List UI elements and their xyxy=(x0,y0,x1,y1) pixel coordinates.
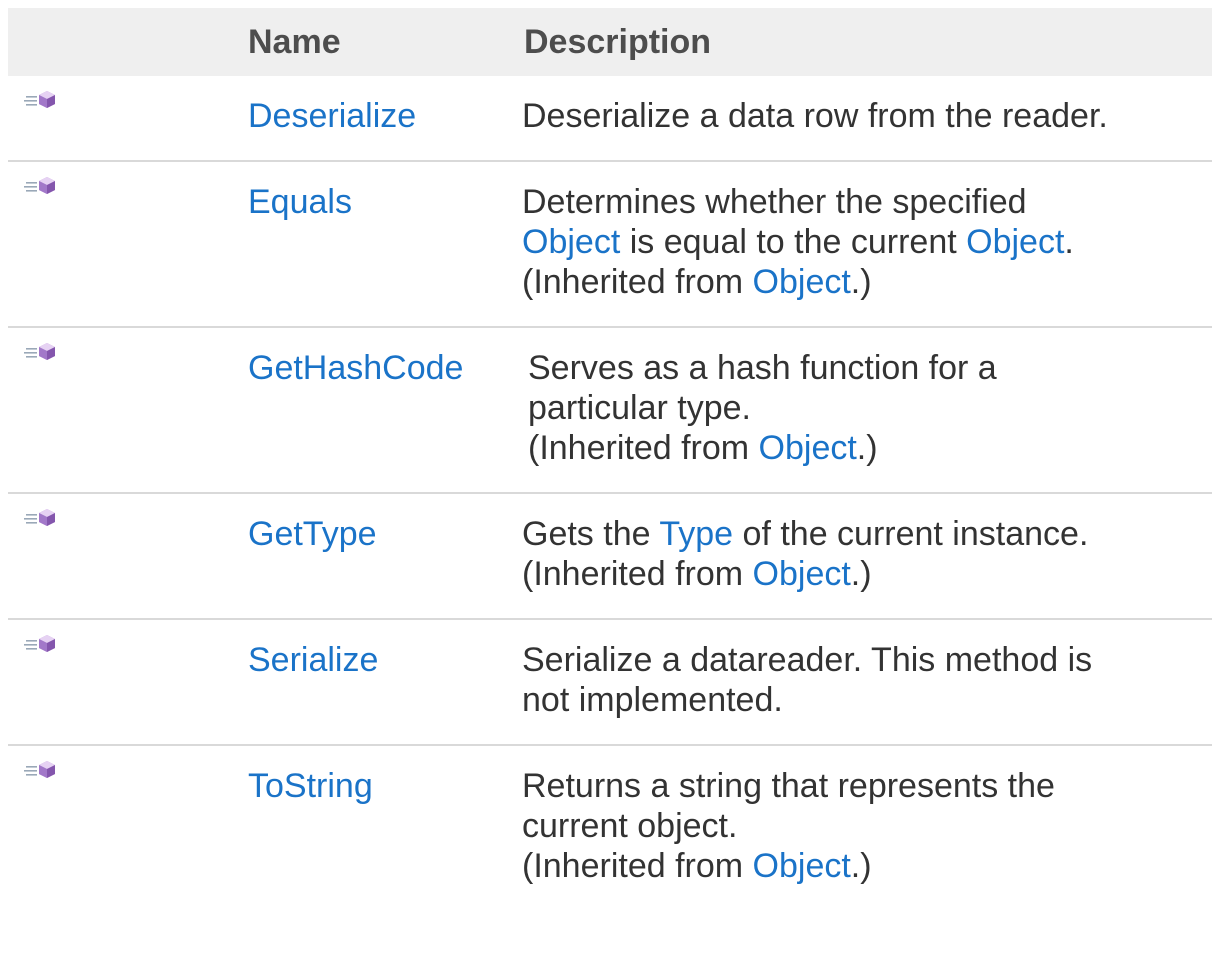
method-description: Determines whether the specified Object … xyxy=(522,182,1202,302)
method-description: Serves as a hash function for a particul… xyxy=(528,348,1208,468)
inherited-note: (Inherited from xyxy=(528,429,759,467)
method-link-serialize[interactable]: Serialize xyxy=(248,640,378,680)
description-text: Gets the xyxy=(522,515,651,553)
method-link-gettype[interactable]: GetType xyxy=(248,514,377,554)
description-text: Deserialize a data row from the reader. xyxy=(522,97,1108,135)
description-text: Serialize a datareader. This method is xyxy=(522,641,1093,679)
inherited-note: (Inherited from xyxy=(522,555,753,593)
public-method-icon xyxy=(24,509,55,526)
inherited-note: .) xyxy=(856,429,878,467)
description-text: Serves as a hash function for a xyxy=(528,349,997,387)
public-method-icon xyxy=(24,635,55,652)
members-table: Name Description Deserialize Deserialize… xyxy=(8,8,1212,910)
public-method-icon xyxy=(24,91,55,108)
method-description: Returns a string that represents the cur… xyxy=(522,766,1202,886)
method-link-gethashcode[interactable]: GetHashCode xyxy=(248,348,463,388)
table-row: Serialize Serialize a datareader. This m… xyxy=(8,620,1212,746)
method-description: Serialize a datareader. This method is n… xyxy=(522,640,1202,720)
table-row: GetHashCode Serves as a hash function fo… xyxy=(8,328,1212,494)
column-header-description: Description xyxy=(524,23,712,61)
public-method-icon xyxy=(24,177,55,194)
inherited-note: .) xyxy=(850,555,872,593)
method-description: Gets the Type of the current instance. (… xyxy=(522,514,1202,594)
column-header-name: Name xyxy=(248,23,341,61)
inherited-from-link[interactable]: Object xyxy=(759,429,857,467)
object-link[interactable]: Object xyxy=(522,223,620,261)
description-text: Returns a string that represents the xyxy=(522,767,1055,805)
inherited-note: (Inherited from xyxy=(522,847,753,885)
method-description: Deserialize a data row from the reader. xyxy=(522,96,1202,136)
public-method-icon xyxy=(24,761,55,778)
object-link[interactable]: Object xyxy=(966,223,1064,261)
type-link[interactable]: Type xyxy=(659,515,733,553)
table-header: Name Description xyxy=(8,8,1212,76)
table-row: Equals Determines whether the specified … xyxy=(8,162,1212,328)
table-row: GetType Gets the Type of the current ins… xyxy=(8,494,1212,620)
inherited-note: .) xyxy=(850,263,872,301)
description-text: Determines whether the specified xyxy=(522,183,1027,221)
inherited-from-link[interactable]: Object xyxy=(753,263,851,301)
description-text: is equal to the current xyxy=(629,223,957,261)
description-text: not implemented. xyxy=(522,681,783,719)
inherited-from-link[interactable]: Object xyxy=(753,555,851,593)
table-row: ToString Returns a string that represent… xyxy=(8,746,1212,910)
method-link-tostring[interactable]: ToString xyxy=(248,766,373,806)
method-link-deserialize[interactable]: Deserialize xyxy=(248,96,416,136)
public-method-icon xyxy=(24,343,55,360)
description-text: of the current instance. xyxy=(742,515,1089,553)
inherited-from-link[interactable]: Object xyxy=(753,847,851,885)
table-row: Deserialize Deserialize a data row from … xyxy=(8,76,1212,162)
description-text: particular type. xyxy=(528,389,751,427)
inherited-note: .) xyxy=(850,847,872,885)
method-link-equals[interactable]: Equals xyxy=(248,182,352,222)
description-text: . xyxy=(1064,223,1074,261)
description-text: current object. xyxy=(522,807,738,845)
inherited-note: (Inherited from xyxy=(522,263,753,301)
